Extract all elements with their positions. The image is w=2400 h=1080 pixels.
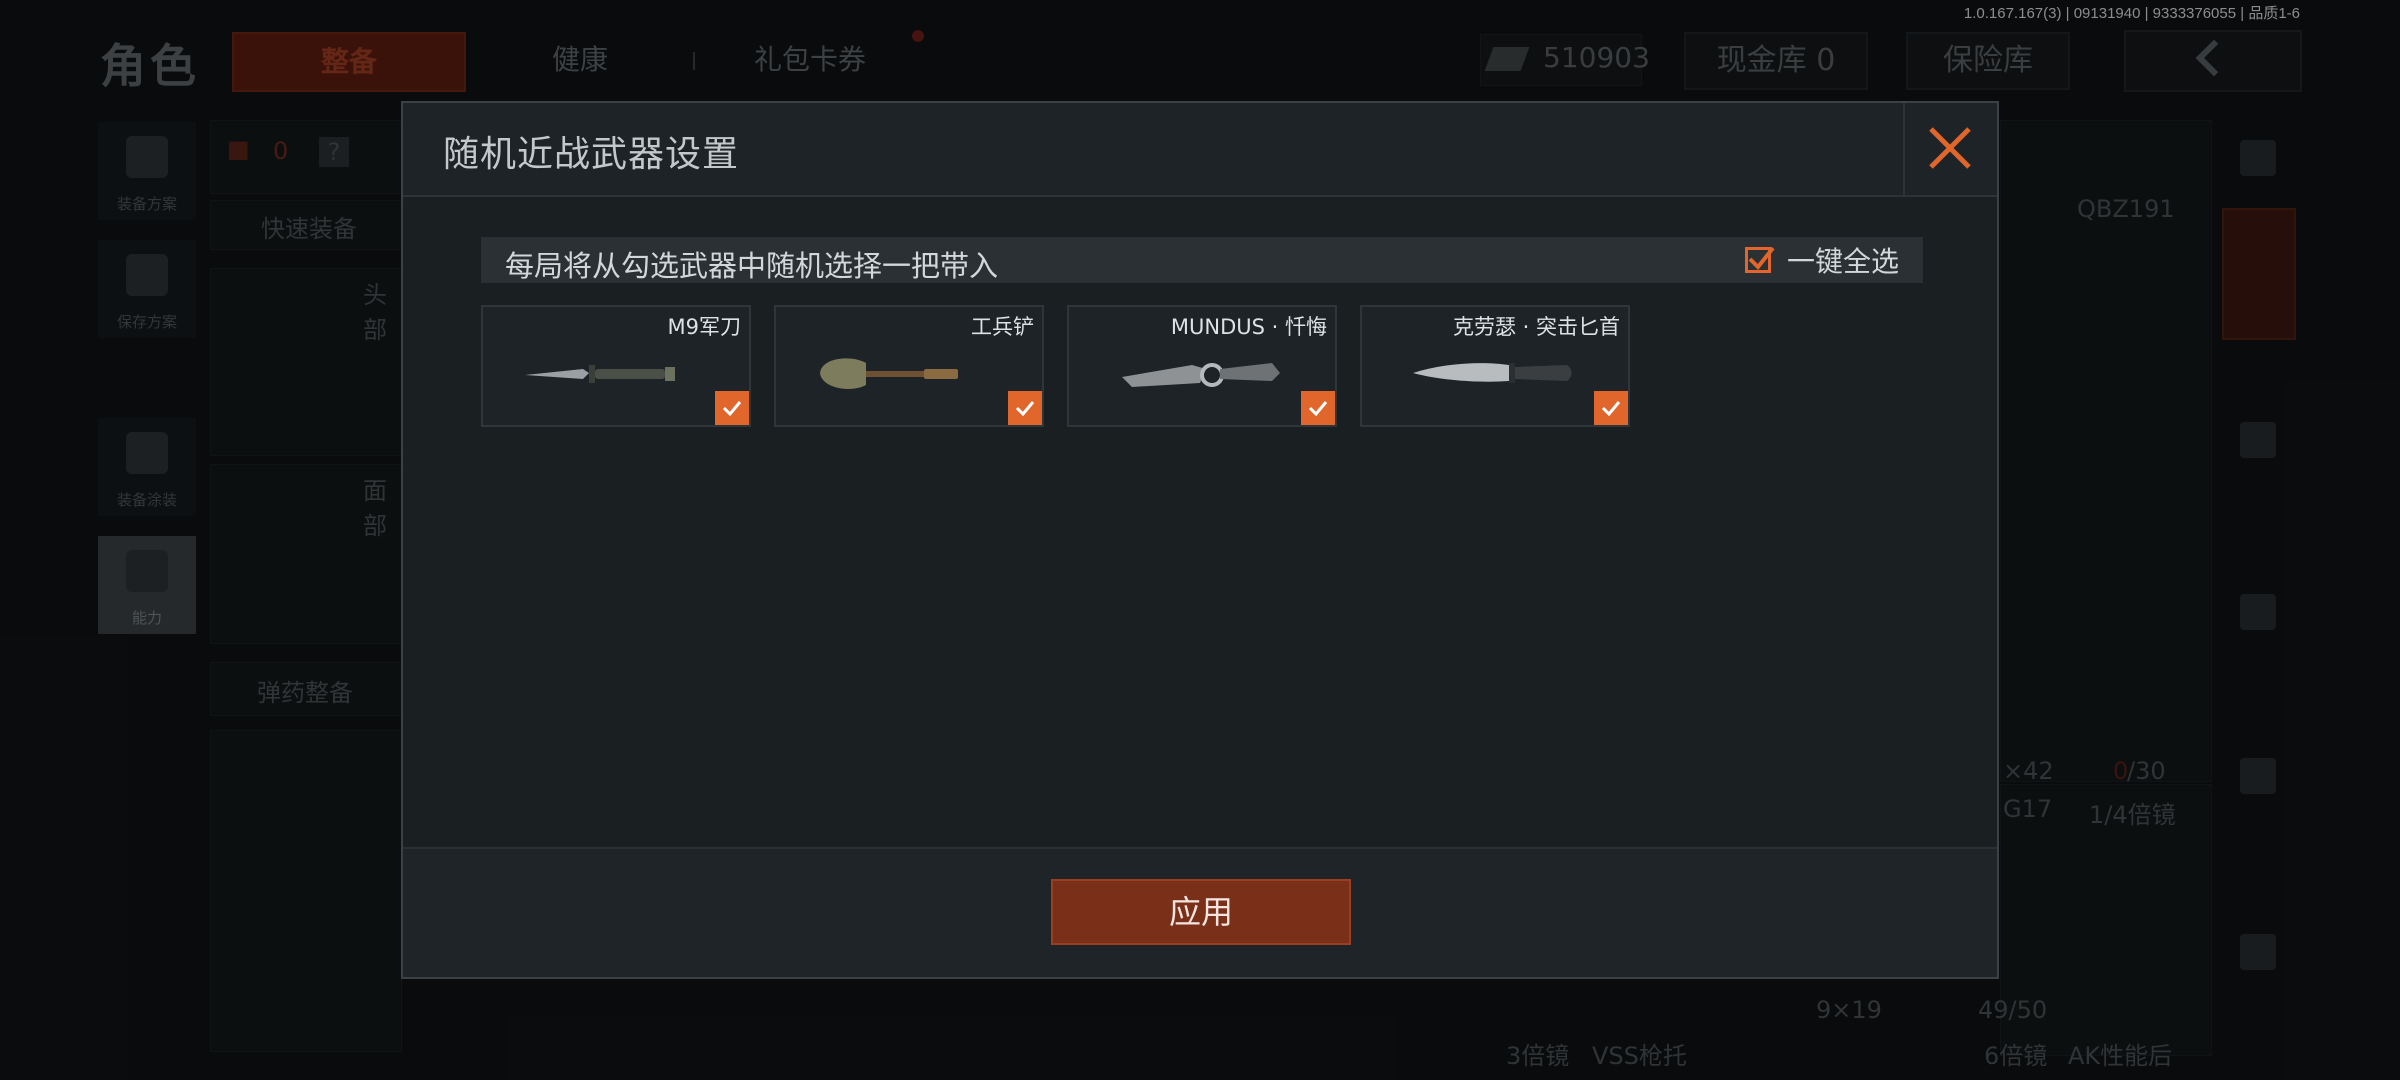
info-text: 每局将从勾选武器中随机选择一把带入: [505, 249, 999, 283]
checkmark-icon: [1748, 246, 1775, 271]
weapon-checkbox[interactable]: [1301, 391, 1335, 425]
weapon-checkbox[interactable]: [1008, 391, 1042, 425]
weapon-checkbox[interactable]: [715, 391, 749, 425]
dialog-header: 随机近战武器设置: [403, 103, 1997, 197]
select-all-label: 一键全选: [1786, 245, 1899, 278]
close-icon: [1929, 127, 1971, 169]
weapon-name: M9军刀: [667, 315, 741, 339]
m9-bayonet-image: [525, 365, 675, 383]
checkmark-icon: [1601, 401, 1621, 417]
checkmark-icon: [1308, 401, 1328, 417]
weapon-checkbox[interactable]: [1594, 391, 1628, 425]
info-bar: 每局将从勾选武器中随机选择一把带入 一键全选: [481, 237, 1923, 283]
weapon-list: M9军刀 工兵铲 MUNDUS · 忏悔 克劳瑟 · 突击匕首: [481, 305, 1630, 427]
checkmark-icon: [1015, 401, 1035, 417]
weapon-name: MUNDUS · 忏悔: [1170, 315, 1327, 339]
dialog-footer: 应用: [403, 847, 1997, 977]
close-button[interactable]: [1903, 103, 1997, 195]
weapon-name: 克劳瑟 · 突击匕首: [1452, 315, 1620, 339]
random-melee-settings-dialog: 随机近战武器设置 每局将从勾选武器中随机选择一把带入 一键全选 M9军刀 工兵铲…: [401, 101, 1999, 979]
shovel-image: [820, 358, 958, 389]
weapon-card-mundus[interactable]: MUNDUS · 忏悔: [1067, 305, 1337, 427]
mundus-knife-image: [1122, 363, 1280, 387]
select-all-checkbox[interactable]: [1744, 246, 1775, 273]
weapon-card-m9[interactable]: M9军刀: [481, 305, 751, 427]
weapon-card-krauser[interactable]: 克劳瑟 · 突击匕首: [1360, 305, 1630, 427]
weapon-card-shovel[interactable]: 工兵铲: [774, 305, 1044, 427]
apply-button[interactable]: 应用: [1051, 879, 1351, 945]
checkmark-icon: [722, 401, 742, 417]
dialog-title: 随机近战武器设置: [443, 134, 740, 175]
weapon-name: 工兵铲: [971, 315, 1034, 339]
select-all-toggle[interactable]: 一键全选: [1744, 241, 1899, 279]
krauser-dagger-image: [1413, 363, 1572, 383]
